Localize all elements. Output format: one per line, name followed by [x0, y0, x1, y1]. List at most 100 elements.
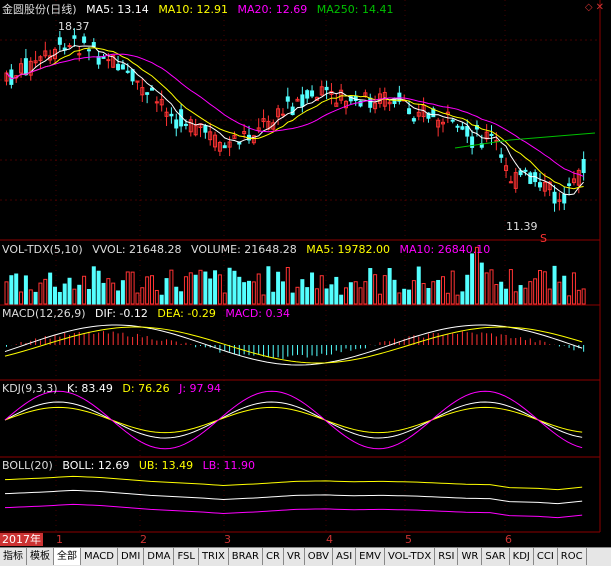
volume-bar	[247, 280, 251, 305]
candle-body	[538, 182, 542, 188]
volume-bar	[183, 276, 188, 305]
candle-body	[57, 37, 62, 45]
candle-body	[285, 96, 290, 102]
tab-trix[interactable]: TRIX	[198, 548, 229, 565]
tab-vr[interactable]: VR	[283, 548, 305, 565]
volume-bar	[280, 281, 285, 305]
volume-bar	[484, 272, 489, 305]
volume-bar	[557, 281, 562, 305]
volume-bar	[62, 283, 67, 305]
candle-body	[203, 125, 208, 133]
volume-bar	[198, 269, 203, 305]
tab-cci[interactable]: CCI	[533, 548, 558, 565]
tab-roc[interactable]: ROC	[557, 548, 587, 565]
volume-bar	[82, 275, 87, 305]
volume-bar	[266, 266, 271, 305]
volume-bar	[77, 284, 82, 305]
tab-fsl[interactable]: FSL	[174, 548, 199, 565]
volume-bar	[28, 289, 33, 305]
ma5-value: MA5: 13.14	[86, 3, 149, 16]
candle-body	[465, 125, 470, 137]
sell-marker-icon: S	[540, 232, 547, 245]
volume-bar	[547, 288, 552, 305]
volume-bar	[460, 291, 465, 305]
boll-name: BOLL(20)	[2, 459, 53, 472]
tab-brar[interactable]: BRAR	[228, 548, 263, 565]
volume-bar	[150, 275, 154, 305]
tab-obv[interactable]: OBV	[304, 548, 333, 565]
month-label: 3	[224, 533, 231, 546]
vvol-value: VVOL: 21648.28	[92, 243, 182, 256]
tab-kdj[interactable]: KDJ	[509, 548, 534, 565]
volume-bar	[193, 274, 198, 305]
candle-body	[499, 154, 504, 158]
volume-bar	[441, 276, 445, 305]
volume-bar	[222, 292, 227, 305]
macd-value: MACD: 0.34	[225, 307, 290, 320]
volume-bar	[479, 262, 484, 305]
vol-ma5-value: MA5: 19782.00	[306, 243, 390, 256]
volume-bar	[363, 281, 368, 305]
volume-bar	[314, 288, 319, 305]
tab-dma[interactable]: DMA	[144, 548, 175, 565]
month-label: 4	[326, 533, 333, 546]
month-label: 1	[56, 533, 63, 546]
close-icon[interactable]: ✕	[596, 2, 607, 13]
k-value: K: 83.49	[67, 382, 113, 395]
boll-mid-line	[4, 489, 583, 505]
candle-body	[130, 69, 135, 82]
tab-cr[interactable]: CR	[263, 548, 284, 565]
diamond-icon[interactable]: ◇	[585, 2, 596, 13]
volume-bar	[397, 292, 402, 305]
tab-vol-tdx[interactable]: VOL-TDX	[384, 548, 436, 565]
candle-body	[407, 108, 412, 115]
candle-body	[581, 158, 586, 174]
candle-body	[96, 56, 101, 65]
candle-body	[300, 94, 305, 107]
volume-bar	[339, 294, 344, 305]
candle-body	[106, 59, 111, 62]
tab-asi[interactable]: ASI	[333, 548, 357, 565]
volume-bar	[213, 270, 218, 305]
tab-rsi[interactable]: RSI	[435, 548, 459, 565]
volume-bar	[552, 265, 557, 305]
tab-emv[interactable]: EMV	[356, 548, 385, 565]
tab-wr[interactable]: WR	[458, 548, 483, 565]
d-value: D: 76.26	[122, 382, 170, 395]
volume-bar	[19, 291, 24, 305]
k-line	[4, 401, 583, 439]
window-controls[interactable]: ◇✕	[585, 2, 607, 13]
volume-bar	[407, 289, 412, 305]
tab-dmi[interactable]: DMI	[117, 548, 145, 565]
candle-body	[72, 35, 77, 39]
candle-body	[411, 118, 416, 122]
tab-macd[interactable]: MACD	[81, 548, 118, 565]
ma10-line	[6, 47, 584, 190]
volume-bar	[242, 282, 247, 305]
volume-bar	[455, 294, 460, 305]
volume-bar	[528, 281, 533, 305]
volume-bar	[174, 286, 179, 305]
volume-bar	[67, 277, 72, 305]
volume-bar	[276, 271, 281, 305]
candle-body	[562, 193, 567, 204]
volume-panel-header: VOL-TDX(5,10) VVOL: 21648.28 VOLUME: 216…	[2, 243, 496, 257]
ma250-line	[454, 132, 596, 149]
candle-body	[494, 139, 499, 142]
candle-body	[174, 119, 179, 129]
tab-sar[interactable]: SAR	[482, 548, 510, 565]
tab-全部[interactable]: 全部	[54, 548, 81, 565]
volume-bar	[581, 288, 586, 305]
volume-bar	[188, 272, 193, 305]
volume-bar	[145, 276, 150, 305]
volume-bar	[518, 285, 523, 305]
volume-bar	[508, 269, 513, 305]
volume-bar	[567, 295, 572, 305]
candle-body	[280, 113, 285, 116]
boll-upper-line	[4, 475, 583, 491]
volume-bar	[470, 253, 475, 305]
tab-指标[interactable]: 指标	[0, 548, 27, 565]
month-label: 6	[505, 533, 512, 546]
tab-模板[interactable]: 模板	[27, 548, 54, 565]
volume-bar	[436, 279, 441, 305]
